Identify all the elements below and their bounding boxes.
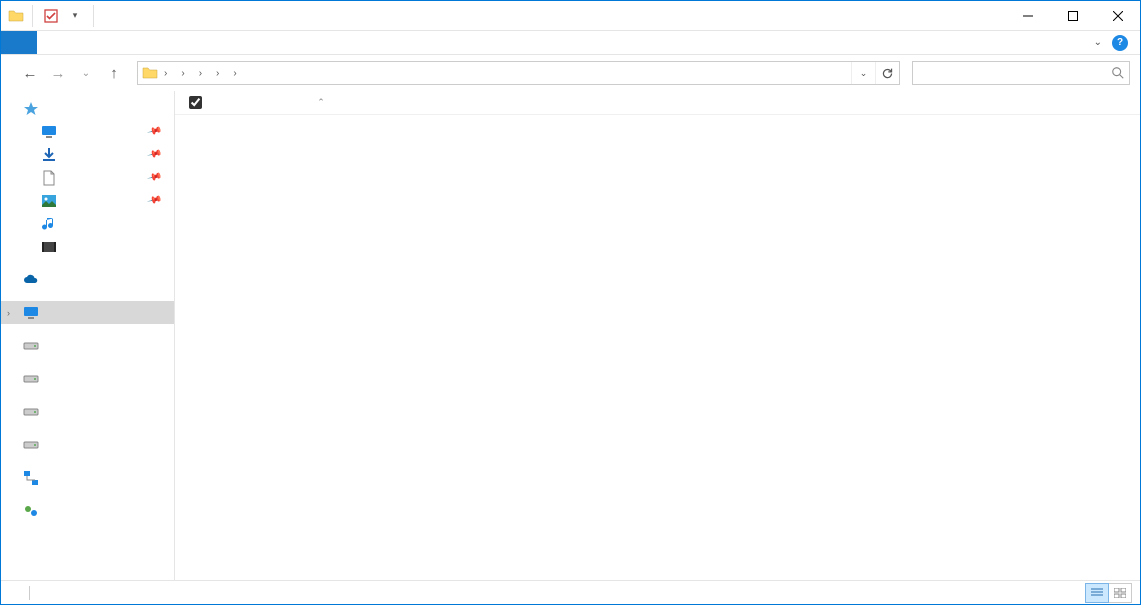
back-button[interactable]: ← xyxy=(19,62,41,84)
sort-ascending-icon: ⌃ xyxy=(215,97,427,108)
sidebar-item-videos[interactable] xyxy=(1,235,174,258)
ribbon-expand-icon[interactable]: ⌄ xyxy=(1094,37,1102,48)
drive-icon xyxy=(23,437,39,453)
navigation-bar: ← → ⌄ ↑ › › › › › ⌄ xyxy=(1,55,1140,91)
chevron-right-icon[interactable]: › xyxy=(177,62,188,84)
quick-access-icon xyxy=(23,101,39,117)
select-all-checkbox[interactable] xyxy=(189,96,202,109)
documents-icon xyxy=(41,170,57,186)
music-icon xyxy=(41,216,57,232)
details-view-button[interactable] xyxy=(1085,583,1109,603)
quick-access-toolbar: ▾ xyxy=(1,5,99,27)
search-box[interactable] xyxy=(912,61,1130,85)
help-icon[interactable]: ? xyxy=(1112,35,1128,51)
chevron-right-icon[interactable]: › xyxy=(229,62,240,84)
large-icons-view-button[interactable] xyxy=(1108,583,1132,603)
sidebar-drive[interactable] xyxy=(1,400,174,423)
column-headers: ⌃ xyxy=(175,91,1140,115)
sidebar-drive[interactable] xyxy=(1,433,174,456)
column-name[interactable]: ⌃ xyxy=(207,97,441,108)
breadcrumb-folder-icon xyxy=(140,63,160,83)
network-icon xyxy=(23,470,39,486)
file-tab[interactable] xyxy=(1,31,37,54)
homegroup-icon xyxy=(23,503,39,519)
sidebar-network[interactable] xyxy=(1,466,174,489)
search-input[interactable] xyxy=(919,66,1111,80)
qat-customize-dropdown[interactable]: ▾ xyxy=(64,5,86,27)
home-tab[interactable] xyxy=(37,31,65,54)
pin-icon: 📌 xyxy=(146,147,162,163)
file-list: ⌃ xyxy=(175,91,1140,580)
up-button[interactable]: ↑ xyxy=(103,62,125,84)
chevron-right-icon[interactable]: › xyxy=(195,62,206,84)
recent-locations-dropdown[interactable]: ⌄ xyxy=(75,62,97,84)
drive-icon xyxy=(23,404,39,420)
sidebar-item-desktop[interactable]: 📌 xyxy=(1,120,174,143)
chevron-right-icon[interactable]: › xyxy=(7,308,10,318)
drive-icon xyxy=(23,371,39,387)
pictures-icon xyxy=(41,193,57,209)
sidebar-item-downloads[interactable]: 📌 xyxy=(1,143,174,166)
desktop-icon xyxy=(41,124,57,140)
sidebar-quick-access[interactable] xyxy=(1,97,174,120)
address-bar[interactable]: › › › › › ⌄ xyxy=(137,61,900,85)
sidebar-drive[interactable] xyxy=(1,334,174,357)
status-bar xyxy=(1,580,1140,604)
search-icon[interactable] xyxy=(1111,66,1125,80)
maximize-button[interactable] xyxy=(1050,1,1095,30)
view-tab[interactable] xyxy=(93,31,121,54)
refresh-button[interactable] xyxy=(875,62,899,84)
pin-icon: 📌 xyxy=(146,193,162,209)
window-controls xyxy=(1005,1,1140,30)
chevron-right-icon[interactable]: › xyxy=(212,62,223,84)
close-button[interactable] xyxy=(1095,1,1140,30)
app-folder-icon xyxy=(7,7,25,25)
chevron-right-icon[interactable]: › xyxy=(160,62,171,84)
ribbon-tabs: ⌄ ? xyxy=(1,31,1140,55)
downloads-icon xyxy=(41,147,57,163)
minimize-button[interactable] xyxy=(1005,1,1050,30)
qat-checkbox-icon[interactable] xyxy=(40,5,62,27)
pin-icon: 📌 xyxy=(146,124,162,140)
navigation-pane: 📌 📌 📌 📌 xyxy=(1,91,175,580)
onedrive-icon xyxy=(23,272,39,288)
sidebar-item-documents[interactable]: 📌 xyxy=(1,166,174,189)
this-pc-icon xyxy=(23,305,39,321)
sidebar-item-pictures[interactable]: 📌 xyxy=(1,189,174,212)
address-history-dropdown[interactable]: ⌄ xyxy=(851,62,875,84)
sidebar-this-pc[interactable]: › xyxy=(1,301,174,324)
videos-icon xyxy=(41,239,57,255)
sidebar-homegroup[interactable] xyxy=(1,499,174,522)
sidebar-item-music[interactable] xyxy=(1,212,174,235)
pin-icon: 📌 xyxy=(146,170,162,186)
titlebar: ▾ xyxy=(1,1,1140,31)
drive-icon xyxy=(23,338,39,354)
sidebar-drive[interactable] xyxy=(1,367,174,390)
forward-button[interactable]: → xyxy=(47,62,69,84)
sidebar-onedrive[interactable] xyxy=(1,268,174,291)
share-tab[interactable] xyxy=(65,31,93,54)
